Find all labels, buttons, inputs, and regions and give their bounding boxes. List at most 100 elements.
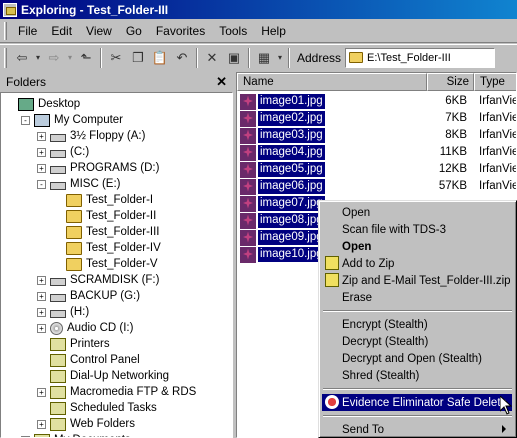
- file-row[interactable]: image04.jpg 11KB IrfanView: [237, 144, 516, 161]
- file-name-cell[interactable]: image08.jpg: [240, 212, 325, 229]
- tree-item[interactable]: +My Documents: [21, 432, 131, 437]
- expand-icon[interactable]: +: [37, 163, 46, 173]
- tree-item[interactable]: + Audio CD (I:): [37, 320, 133, 336]
- context-menu-item[interactable]: Add to Zip: [322, 255, 512, 272]
- tree-item[interactable]: - My Computer: [21, 112, 123, 128]
- menu-file[interactable]: File: [11, 22, 44, 40]
- file-row[interactable]: image03.jpg 8KB IrfanView: [237, 127, 516, 144]
- tree-item-label: 3½ Floppy (A:): [70, 130, 146, 142]
- toolbar-separator: [248, 47, 250, 68]
- tree-item[interactable]: Test_Folder-II: [53, 208, 156, 224]
- toolbar-grip[interactable]: [4, 47, 7, 68]
- tree-item[interactable]: + (H:): [37, 304, 89, 320]
- tree-item[interactable]: Scheduled Tasks: [37, 400, 157, 416]
- expand-icon[interactable]: +: [37, 291, 46, 301]
- tree-item[interactable]: + Web Folders: [37, 416, 135, 432]
- cut-icon[interactable]: ✂: [105, 48, 127, 68]
- tree-item[interactable]: Test_Folder-V: [53, 256, 158, 272]
- expand-icon[interactable]: +: [37, 323, 46, 333]
- up-folder-icon[interactable]: ⬑: [75, 48, 97, 68]
- tree-item[interactable]: Printers: [37, 336, 110, 352]
- back-icon[interactable]: ⇦: [11, 48, 33, 68]
- context-menu-item[interactable]: Encrypt (Stealth): [322, 316, 512, 333]
- context-menu-item[interactable]: Zip and E-Mail Test_Folder-III.zip: [322, 272, 512, 289]
- window-title: Exploring - Test_Folder-III: [21, 2, 169, 17]
- file-name-cell[interactable]: image07.jpg: [240, 195, 325, 212]
- file-row[interactable]: image05.jpg 12KB IrfanView: [237, 161, 516, 178]
- file-row[interactable]: image02.jpg 7KB IrfanView: [237, 110, 516, 127]
- address-input[interactable]: E:\Test_Folder-III: [345, 47, 496, 68]
- collapse-icon[interactable]: -: [21, 115, 30, 125]
- menu-edit[interactable]: Edit: [44, 22, 79, 40]
- undo-icon[interactable]: ↶: [171, 48, 193, 68]
- expand-icon[interactable]: +: [37, 275, 46, 285]
- context-menu-item[interactable]: Open: [322, 238, 512, 255]
- expand-icon[interactable]: +: [37, 307, 46, 317]
- file-row[interactable]: image06.jpg 57KB IrfanView: [237, 178, 516, 195]
- column-header-size[interactable]: Size: [427, 73, 474, 91]
- tree-item[interactable]: + Macromedia FTP & RDS: [37, 384, 196, 400]
- menu-tools[interactable]: Tools: [212, 22, 254, 40]
- expand-icon[interactable]: +: [37, 131, 46, 141]
- context-menu-label: Erase: [342, 291, 373, 304]
- tree-item-label: Desktop: [38, 98, 81, 110]
- menu-favorites[interactable]: Favorites: [149, 22, 212, 40]
- file-name-cell[interactable]: image04.jpg: [240, 144, 325, 161]
- file-name-cell[interactable]: image03.jpg: [240, 127, 325, 144]
- folder-open-icon: [66, 225, 82, 239]
- tree-item[interactable]: Control Panel: [37, 352, 140, 368]
- column-header-type[interactable]: Type: [474, 73, 516, 91]
- properties-icon[interactable]: ▣: [223, 48, 245, 68]
- tree-item[interactable]: - MISC (E:): [37, 176, 120, 192]
- menu-view[interactable]: View: [79, 22, 119, 40]
- file-name-cell[interactable]: image06.jpg: [240, 178, 325, 195]
- menu-help[interactable]: Help: [254, 22, 293, 40]
- tree-item[interactable]: + PROGRAMS (D:): [37, 160, 159, 176]
- tree-item-label: Test_Folder-II: [86, 210, 157, 222]
- column-header-name[interactable]: Name: [237, 73, 427, 91]
- tree-item[interactable]: Dial-Up Networking: [37, 368, 169, 384]
- expand-icon[interactable]: +: [37, 387, 46, 397]
- menu-go[interactable]: Go: [119, 22, 149, 40]
- tree-item[interactable]: Test_Folder-IV: [53, 240, 161, 256]
- copy-icon[interactable]: ❐: [127, 48, 149, 68]
- folder-tree[interactable]: Desktop - My Computer +3½ Floppy (A:) + (C:) +…: [0, 92, 233, 438]
- expand-icon[interactable]: +: [37, 419, 46, 429]
- tree-item[interactable]: + BACKUP (G:): [37, 288, 140, 304]
- context-menu-item[interactable]: Shred (Stealth): [322, 367, 512, 384]
- context-menu-item[interactable]: Decrypt (Stealth): [322, 333, 512, 350]
- expand-icon[interactable]: +: [37, 147, 46, 157]
- views-icon[interactable]: ▦: [253, 48, 275, 68]
- file-row[interactable]: image01.jpg 6KB IrfanView: [237, 93, 516, 110]
- context-menu-item[interactable]: Scan file with TDS-3: [322, 221, 512, 238]
- tree-item[interactable]: Test_Folder-I: [53, 192, 153, 208]
- file-name-cell[interactable]: image05.jpg: [240, 161, 325, 178]
- delete-icon[interactable]: ✕: [201, 48, 223, 68]
- close-icon[interactable]: ✕: [216, 74, 227, 90]
- tree-item-label: PROGRAMS (D:): [70, 162, 160, 174]
- tree-item[interactable]: Desktop: [5, 96, 80, 112]
- context-menu-item[interactable]: Evidence Eliminator Safe Delete: [322, 394, 512, 411]
- file-name-cell[interactable]: image01.jpg: [240, 93, 325, 110]
- file-size: 11KB: [439, 146, 467, 158]
- chevron-down-icon[interactable]: ▾: [275, 48, 285, 68]
- menubar-grip[interactable]: [4, 21, 7, 40]
- collapse-icon[interactable]: -: [37, 179, 46, 189]
- menu-separator: [323, 415, 512, 417]
- context-menu-item[interactable]: Send To: [322, 421, 512, 438]
- file-name-cell[interactable]: image02.jpg: [240, 110, 325, 127]
- forward-icon[interactable]: ⇨: [43, 48, 65, 68]
- context-menu-item[interactable]: Decrypt and Open (Stealth): [322, 350, 512, 367]
- tree-item-label: Audio CD (I:): [67, 322, 134, 334]
- file-name-cell[interactable]: image10.jpg: [240, 246, 325, 263]
- tree-item[interactable]: Test_Folder-III: [53, 224, 160, 240]
- file-name-cell[interactable]: image09.jpg: [240, 229, 325, 246]
- tree-item[interactable]: + SCRAMDISK (F:): [37, 272, 159, 288]
- tree-item[interactable]: + (C:): [37, 144, 89, 160]
- context-menu-item[interactable]: Open: [322, 204, 512, 221]
- tree-item[interactable]: +3½ Floppy (A:): [37, 128, 145, 144]
- context-menu-item[interactable]: Erase: [322, 289, 512, 306]
- chevron-down-icon[interactable]: ▾: [33, 48, 43, 68]
- chevron-down-icon[interactable]: ▾: [65, 48, 75, 68]
- paste-icon[interactable]: 📋: [149, 48, 171, 68]
